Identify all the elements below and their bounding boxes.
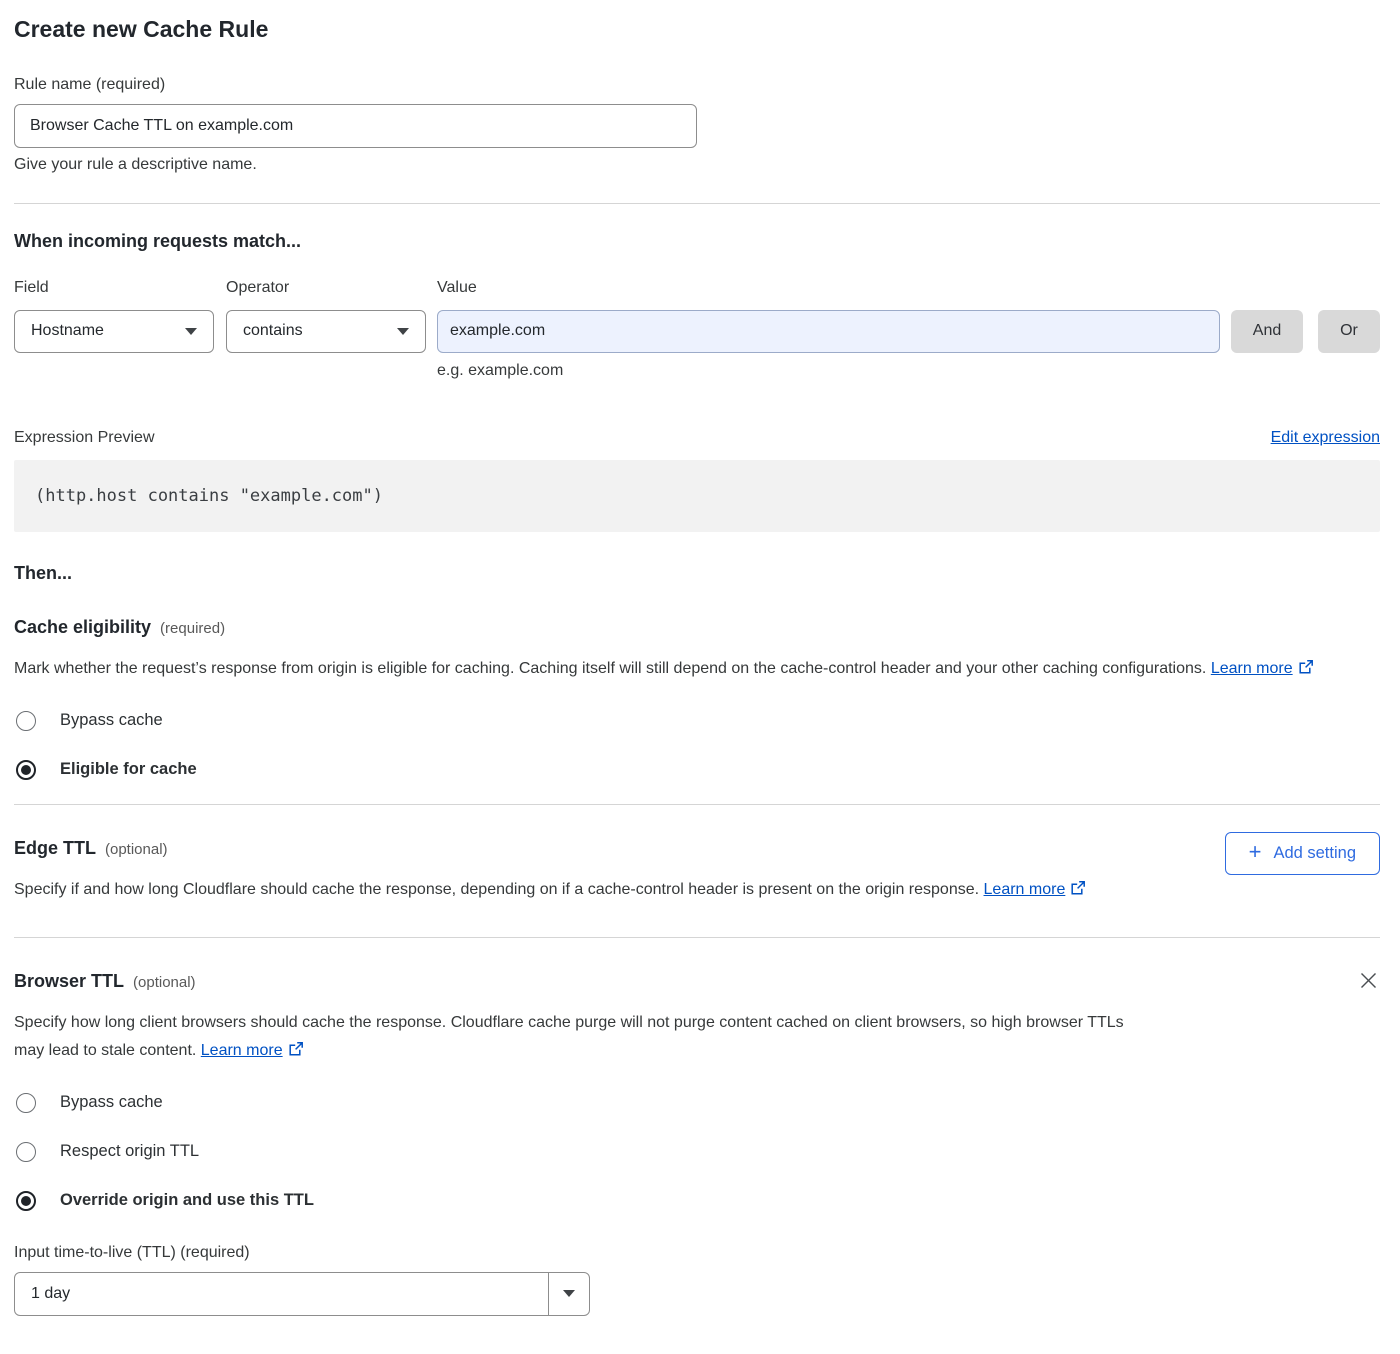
radio-button-icon[interactable] — [16, 1142, 36, 1162]
close-icon — [1359, 971, 1378, 990]
cache-eligibility-qualifier: (required) — [160, 620, 225, 637]
match-column-labels: Field Operator Value — [14, 279, 1380, 297]
edge-ttl-description: Specify if and how long Cloudflare shoul… — [14, 876, 1139, 904]
radio-row-respect-origin-ttl[interactable]: Respect origin TTL — [16, 1142, 199, 1162]
expression-code: (http.host contains "example.com") — [14, 460, 1380, 532]
add-setting-button[interactable]: + Add setting — [1225, 832, 1380, 875]
radio-row-override-origin-ttl[interactable]: Override origin and use this TTL — [16, 1191, 314, 1211]
cache-eligibility-heading-row: Cache eligibility (required) — [14, 617, 1380, 638]
browser-ttl-qualifier: (optional) — [133, 974, 196, 991]
remove-browser-ttl-button[interactable] — [1357, 969, 1380, 992]
edge-ttl-description-text: Specify if and how long Cloudflare shoul… — [14, 881, 979, 898]
create-cache-rule-form: Create new Cache Rule Rule name (require… — [0, 0, 1400, 1340]
cache-eligibility-title: Cache eligibility — [14, 617, 151, 638]
radio-row-eligible-for-cache[interactable]: Eligible for cache — [16, 760, 197, 780]
or-button[interactable]: Or — [1318, 310, 1380, 353]
browser-ttl-section-header: Browser TTL (optional) Specify how long … — [14, 965, 1380, 1065]
external-link-icon — [288, 1041, 304, 1057]
browser-ttl-heading-row: Browser TTL (optional) — [14, 971, 1357, 992]
radio-label: Bypass cache — [60, 711, 163, 730]
browser-ttl-description-text: Specify how long client browsers should … — [14, 1014, 1124, 1059]
rule-name-label: Rule name (required) — [14, 76, 1380, 94]
operator-label: Operator — [226, 279, 437, 297]
dropdown-arrow-icon — [397, 328, 409, 335]
and-button[interactable]: And — [1231, 310, 1303, 353]
radio-label: Override origin and use this TTL — [60, 1191, 314, 1210]
edge-ttl-title: Edge TTL — [14, 838, 96, 859]
external-link-icon — [1070, 880, 1086, 896]
radio-row-bypass-cache[interactable]: Bypass cache — [16, 711, 163, 731]
plus-icon: + — [1249, 841, 1262, 863]
rule-name-input[interactable] — [14, 104, 697, 148]
edge-ttl-section-header: Edge TTL (optional) Specify if and how l… — [14, 832, 1380, 904]
then-heading: Then... — [14, 563, 1380, 584]
section-divider — [14, 937, 1380, 938]
match-heading: When incoming requests match... — [14, 231, 1380, 252]
edge-ttl-text-block: Edge TTL (optional) Specify if and how l… — [14, 832, 1225, 904]
expression-preview-row: Expression Preview Edit expression — [14, 429, 1380, 447]
operator-select[interactable]: contains — [226, 310, 426, 353]
match-condition-row: Hostname contains And Or — [14, 310, 1380, 353]
rule-name-help: Give your rule a descriptive name. — [14, 156, 1380, 174]
dropdown-arrow-icon — [563, 1290, 575, 1297]
dropdown-arrow-icon — [185, 328, 197, 335]
radio-label: Bypass cache — [60, 1093, 163, 1112]
ttl-select-arrow-segment[interactable] — [548, 1273, 589, 1315]
cache-eligibility-learn-more-link[interactable]: Learn more — [1211, 660, 1293, 677]
field-select[interactable]: Hostname — [14, 310, 214, 353]
expression-preview-label: Expression Preview — [14, 429, 155, 447]
cache-eligibility-description: Mark whether the request’s response from… — [14, 655, 1359, 683]
value-helper-text: e.g. example.com — [437, 362, 1380, 380]
browser-ttl-description: Specify how long client browsers should … — [14, 1009, 1124, 1065]
page-title: Create new Cache Rule — [14, 16, 1380, 44]
ttl-select-value: 1 day — [15, 1273, 548, 1315]
browser-ttl-text-block: Browser TTL (optional) Specify how long … — [14, 965, 1357, 1065]
edge-ttl-qualifier: (optional) — [105, 841, 168, 858]
ttl-select[interactable]: 1 day — [14, 1272, 590, 1316]
browser-ttl-learn-more-link[interactable]: Learn more — [201, 1042, 283, 1059]
radio-row-browser-bypass-cache[interactable]: Bypass cache — [16, 1093, 163, 1113]
radio-button-icon[interactable] — [16, 1191, 36, 1211]
add-setting-label: Add setting — [1273, 844, 1356, 863]
edge-ttl-heading-row: Edge TTL (optional) — [14, 838, 1225, 859]
value-input[interactable] — [437, 310, 1220, 353]
edit-expression-link[interactable]: Edit expression — [1271, 429, 1380, 447]
value-label: Value — [437, 279, 477, 297]
cache-eligibility-description-text: Mark whether the request’s response from… — [14, 660, 1206, 677]
radio-button-icon[interactable] — [16, 711, 36, 731]
section-divider — [14, 203, 1380, 204]
edge-ttl-learn-more-link[interactable]: Learn more — [984, 881, 1066, 898]
ttl-input-label: Input time-to-live (TTL) (required) — [14, 1244, 1380, 1262]
radio-button-icon[interactable] — [16, 1093, 36, 1113]
radio-label: Eligible for cache — [60, 760, 197, 779]
operator-select-value: contains — [243, 322, 303, 340]
field-select-value: Hostname — [31, 322, 104, 340]
radio-label: Respect origin TTL — [60, 1142, 199, 1161]
browser-ttl-title: Browser TTL — [14, 971, 124, 992]
section-divider — [14, 804, 1380, 805]
radio-button-icon[interactable] — [16, 760, 36, 780]
field-label: Field — [14, 279, 226, 297]
external-link-icon — [1298, 659, 1314, 675]
